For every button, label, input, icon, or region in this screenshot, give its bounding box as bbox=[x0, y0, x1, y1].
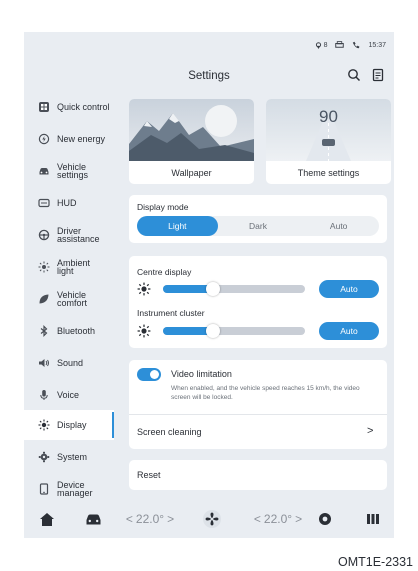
signal-indicator: 8 bbox=[315, 41, 328, 49]
sidebar-item-vehicle-comfort[interactable]: Vehicle comfort bbox=[24, 284, 114, 314]
left-temperature-control[interactable]: < 22.0° > bbox=[120, 509, 180, 529]
fan-icon[interactable] bbox=[201, 509, 223, 529]
centre-display-auto-button[interactable]: Auto bbox=[319, 280, 379, 298]
location-pin-icon bbox=[315, 41, 321, 49]
wallpaper-label: Wallpaper bbox=[171, 168, 212, 178]
sidebar-item-label: Device manager bbox=[57, 479, 93, 498]
hud-icon bbox=[38, 197, 50, 209]
settings-screen: 8 15:37 Settings Quick control New energ… bbox=[24, 32, 394, 538]
speaker-icon bbox=[38, 357, 50, 369]
camera-icon[interactable] bbox=[314, 509, 336, 529]
sidebar-item-label: Bluetooth bbox=[57, 325, 96, 336]
sidebar-item-label: Vehicle settings bbox=[57, 161, 89, 180]
display-mode-light[interactable]: Light bbox=[137, 216, 218, 236]
new-energy-icon bbox=[38, 133, 50, 145]
printer-icon bbox=[335, 41, 345, 49]
video-limitation-toggle[interactable] bbox=[137, 368, 161, 381]
reset-card[interactable] bbox=[129, 460, 387, 490]
right-temperature-value: 22.0° bbox=[263, 512, 293, 526]
display-mode-selector[interactable]: Light Dark Auto bbox=[137, 216, 379, 236]
microphone-icon bbox=[38, 389, 50, 401]
quick-control-icon bbox=[38, 101, 50, 113]
instrument-cluster-slider-row: Auto bbox=[137, 322, 379, 340]
gear-icon bbox=[38, 451, 50, 463]
sidebar-item-label: New energy bbox=[57, 133, 106, 144]
sidebar-item-display[interactable]: Display bbox=[24, 410, 114, 440]
status-bar: 8 15:37 bbox=[315, 41, 386, 49]
sidebar-item-label: Sound bbox=[57, 357, 84, 368]
phone-icon bbox=[352, 41, 360, 49]
home-icon[interactable] bbox=[36, 509, 58, 529]
bluetooth-icon bbox=[38, 325, 50, 337]
divider bbox=[129, 414, 387, 415]
leaf-icon bbox=[38, 293, 50, 305]
sun-icon bbox=[38, 419, 50, 431]
sidebar-item-label: System bbox=[57, 451, 88, 462]
sidebar-item-bluetooth[interactable]: Bluetooth bbox=[24, 316, 114, 346]
right-temp-increase[interactable]: > bbox=[295, 512, 302, 526]
right-temp-decrease[interactable]: < bbox=[254, 512, 261, 526]
centre-display-slider-row: Auto bbox=[137, 280, 379, 298]
theme-settings-label: Theme settings bbox=[297, 168, 360, 178]
manual-icon[interactable] bbox=[371, 68, 385, 82]
page-title: Settings bbox=[188, 70, 230, 82]
signal-value: 8 bbox=[323, 41, 328, 49]
sidebar-item-label: Quick control bbox=[57, 101, 110, 112]
wallpaper-card[interactable]: Wallpaper bbox=[129, 99, 254, 184]
sidebar-item-ambient-light[interactable]: Ambient light bbox=[24, 252, 114, 282]
sidebar-item-hud[interactable]: HUD bbox=[24, 188, 114, 218]
sidebar-item-label: Driver assistance bbox=[57, 225, 100, 244]
sidebar-item-label: Vehicle comfort bbox=[57, 289, 88, 308]
sidebar-item-system[interactable]: System bbox=[24, 442, 114, 472]
instrument-cluster-slider-handle[interactable] bbox=[206, 324, 220, 338]
theme-settings-card[interactable]: 90 Theme settings bbox=[266, 99, 391, 184]
sidebar-item-label: Display bbox=[57, 419, 87, 430]
search-icon[interactable] bbox=[347, 68, 361, 82]
centre-display-slider-handle[interactable] bbox=[206, 282, 220, 296]
centre-display-label: Centre display bbox=[137, 267, 192, 277]
sidebar-item-label: Ambient light bbox=[57, 257, 91, 276]
instrument-cluster-slider[interactable] bbox=[163, 324, 305, 338]
sidebar-item-quick-control[interactable]: Quick control bbox=[24, 92, 114, 122]
sidebar-item-voice[interactable]: Voice bbox=[24, 380, 114, 410]
left-temp-decrease[interactable]: < bbox=[126, 512, 133, 526]
sidebar-item-sound[interactable]: Sound bbox=[24, 348, 114, 378]
instrument-cluster-label: Instrument cluster bbox=[137, 308, 205, 318]
bottom-dock: < 22.0° > < 22.0° > bbox=[24, 500, 394, 538]
apps-icon[interactable] bbox=[362, 509, 384, 529]
left-temp-increase[interactable]: > bbox=[167, 512, 174, 526]
display-mode-auto[interactable]: Auto bbox=[298, 216, 379, 236]
sidebar-item-new-energy[interactable]: New energy bbox=[24, 124, 114, 154]
steering-wheel-icon bbox=[38, 229, 50, 241]
display-mode-label: Display mode bbox=[137, 202, 189, 212]
tablet-icon bbox=[38, 483, 50, 495]
centre-display-slider[interactable] bbox=[163, 282, 305, 296]
brightness-icon bbox=[137, 324, 151, 338]
left-temperature-value: 22.0° bbox=[135, 512, 165, 526]
clock: 15:37 bbox=[368, 41, 386, 49]
video-limitation-description: When enabled, and the vehicle speed reac… bbox=[171, 385, 360, 401]
wallpaper-preview bbox=[129, 99, 254, 161]
chevron-right-icon[interactable]: > bbox=[367, 425, 373, 437]
ambient-light-icon bbox=[38, 261, 50, 273]
instrument-cluster-auto-button[interactable]: Auto bbox=[319, 322, 379, 340]
screen-cleaning-label[interactable]: Screen cleaning bbox=[137, 427, 202, 437]
brightness-icon bbox=[137, 282, 151, 296]
car-icon[interactable] bbox=[82, 509, 104, 529]
video-limitation-label: Video limitation bbox=[171, 369, 232, 379]
car-icon bbox=[38, 165, 50, 177]
reset-label[interactable]: Reset bbox=[137, 470, 161, 480]
sidebar-item-label: HUD bbox=[57, 197, 77, 208]
right-temperature-control[interactable]: < 22.0° > bbox=[248, 509, 308, 529]
theme-speed-number: 90 bbox=[319, 107, 338, 126]
display-mode-dark[interactable]: Dark bbox=[218, 216, 299, 236]
figure-code: OMT1E-2331 bbox=[337, 555, 413, 569]
sidebar-item-label: Voice bbox=[57, 389, 80, 400]
sidebar-item-driver-assistance[interactable]: Driver assistance bbox=[24, 220, 114, 250]
sidebar-item-vehicle-settings[interactable]: Vehicle settings bbox=[24, 156, 114, 186]
